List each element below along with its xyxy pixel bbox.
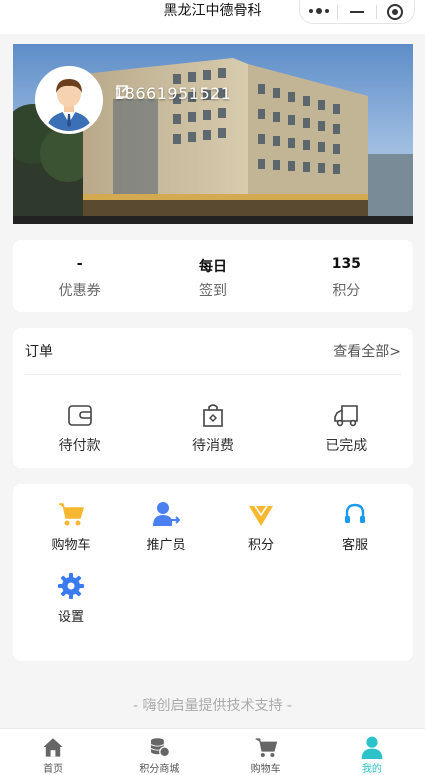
tool-label: 客服	[341, 538, 368, 553]
stat-coupons[interactable]: - 优惠券	[13, 240, 146, 312]
tab-mine[interactable]: 我的	[319, 729, 425, 775]
order-to-consume[interactable]: 待消费	[146, 401, 279, 455]
more-dots-icon	[308, 8, 329, 14]
stat-checkin[interactable]: 每日 签到	[146, 240, 279, 312]
order-status-row: 待付款 待消费 已完成	[13, 375, 413, 455]
minimize-button[interactable]	[338, 0, 375, 23]
edit-icon[interactable]	[116, 84, 130, 98]
stat-label: 积分	[332, 283, 361, 299]
user-phone-number: 18661951521	[114, 84, 232, 103]
tool-settings[interactable]: 设置	[31, 572, 111, 625]
user-share-icon	[153, 502, 180, 526]
stat-value: -	[76, 256, 83, 272]
top-nav-bar: 黑龙江中德骨科	[0, 0, 425, 34]
user-phone-row: 18661951521	[114, 84, 231, 103]
bottom-tab-bar: 首页 积分商城 购物车 我的	[0, 728, 425, 775]
headset-icon	[345, 503, 365, 523]
tool-label: 购物车	[51, 538, 91, 553]
wallet-icon	[67, 405, 92, 426]
orders-header: 订单 查看全部>	[25, 328, 401, 375]
view-all-orders-link[interactable]: 查看全部>	[333, 341, 401, 361]
order-completed[interactable]: 已完成	[280, 401, 413, 455]
shopping-bag-icon	[203, 404, 223, 427]
gear-icon	[58, 573, 84, 599]
order-status-label: 已完成	[325, 438, 368, 454]
orders-card: 订单 查看全部> 待付款 待消费 已完成	[13, 328, 413, 468]
profile-banner: 18661951521	[13, 44, 413, 224]
tool-customer-service[interactable]: 客服	[315, 500, 395, 553]
person-icon	[361, 736, 383, 759]
orders-title: 订单	[25, 344, 53, 360]
tool-points[interactable]: 积分	[221, 500, 301, 553]
minus-icon	[349, 10, 364, 13]
tool-promoter[interactable]: 推广员	[126, 500, 206, 553]
delivery-truck-icon	[334, 405, 359, 427]
user-avatar-icon	[38, 69, 100, 131]
stat-label: 签到	[198, 283, 227, 299]
tab-label: 我的	[361, 764, 382, 775]
cart-icon	[255, 738, 277, 757]
tab-points-mall[interactable]: 积分商城	[106, 729, 212, 775]
tab-label: 积分商城	[139, 764, 180, 775]
tools-card: 购物车 推广员 积分 客服 设置	[13, 484, 413, 661]
shopping-cart-icon	[59, 503, 85, 526]
tab-label: 首页	[43, 764, 64, 775]
account-stats-card: - 优惠券 每日 签到 135 积分	[13, 240, 413, 312]
coins-icon	[151, 738, 171, 758]
more-menu-button[interactable]	[300, 0, 337, 23]
close-program-button[interactable]	[377, 0, 414, 23]
order-pending-payment[interactable]: 待付款	[13, 401, 146, 455]
tab-home[interactable]: 首页	[0, 729, 106, 775]
tool-label: 积分	[247, 538, 274, 553]
stat-points[interactable]: 135 积分	[280, 240, 413, 312]
tool-label: 设置	[57, 610, 84, 625]
tech-support-text: - 嗨创启量提供技术支持 -	[132, 698, 292, 714]
tab-label: 购物车	[250, 764, 281, 775]
home-icon	[43, 738, 63, 757]
avatar[interactable]	[35, 66, 103, 134]
diamond-icon	[249, 505, 273, 526]
mini-program-capsule	[299, 0, 415, 24]
stat-label: 优惠券	[58, 283, 101, 299]
tab-cart[interactable]: 购物车	[213, 729, 319, 775]
tool-label: 推广员	[146, 538, 186, 553]
stat-value: 135	[331, 256, 361, 272]
tool-shopping-cart[interactable]: 购物车	[31, 500, 111, 553]
order-status-label: 待消费	[191, 438, 234, 454]
stat-value: 每日	[198, 259, 227, 275]
target-circle-icon	[387, 3, 404, 20]
order-status-label: 待付款	[58, 438, 101, 454]
